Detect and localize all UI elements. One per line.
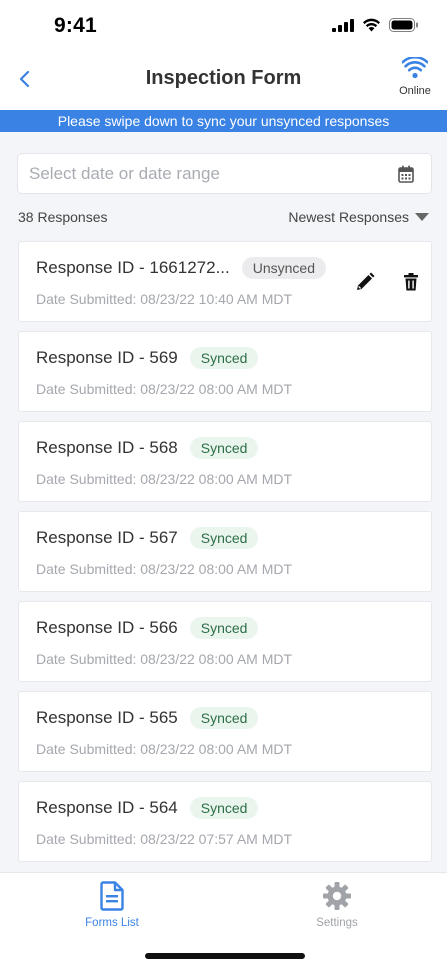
response-id: Response ID - 566 — [36, 618, 178, 637]
caret-down-icon — [415, 213, 429, 221]
response-card[interactable]: Response ID - 565 Synced Date Submitted:… — [18, 691, 432, 772]
response-id: Response ID - 1661272... — [36, 258, 230, 277]
connection-status: Online — [397, 55, 433, 97]
tab-forms-list[interactable]: Forms List — [57, 881, 167, 929]
tab-label: Settings — [316, 917, 358, 929]
home-indicator — [145, 953, 305, 959]
response-card[interactable]: Response ID - 569 Synced Date Submitted:… — [18, 331, 432, 412]
status-bar: 9:41 — [0, 0, 447, 52]
status-badge: Synced — [189, 347, 259, 369]
wifi-online-icon — [401, 55, 429, 79]
status-time: 9:41 — [54, 14, 97, 37]
response-card[interactable]: Response ID - 1661272... Unsynced Date S… — [18, 241, 432, 322]
sync-banner: Please swipe down to sync your unsynced … — [0, 110, 447, 132]
document-icon — [100, 881, 124, 911]
date-submitted: Date Submitted: 08/23/22 08:00 AM MDT — [36, 651, 293, 667]
sort-dropdown[interactable]: Newest Responses — [288, 209, 429, 225]
date-submitted: Date Submitted: 08/23/22 08:00 AM MDT — [36, 741, 293, 757]
tab-label: Forms List — [85, 917, 139, 929]
status-badge: Synced — [189, 437, 259, 459]
calendar-icon[interactable] — [398, 165, 414, 183]
date-range-input[interactable] — [29, 154, 389, 193]
response-id: Response ID - 565 — [36, 708, 178, 727]
card-title-row: Response ID - 568 Synced — [36, 437, 259, 459]
date-submitted: Date Submitted: 08/23/22 08:00 AM MDT — [36, 471, 293, 487]
page-title: Inspection Form — [145, 67, 302, 89]
response-card[interactable]: Response ID - 567 Synced Date Submitted:… — [18, 511, 432, 592]
response-id: Response ID - 569 — [36, 348, 178, 367]
responses-count: 38 Responses — [18, 209, 108, 225]
sort-label: Newest Responses — [288, 209, 409, 225]
card-title-row: Response ID - 564 Synced — [36, 797, 259, 819]
date-submitted: Date Submitted: 08/23/22 07:57 AM MDT — [36, 831, 293, 847]
card-title-row: Response ID - 569 Synced — [36, 347, 259, 369]
status-badge: Synced — [189, 527, 259, 549]
edit-pencil-icon[interactable] — [355, 272, 375, 292]
gear-icon — [323, 882, 351, 910]
status-badge: Unsynced — [241, 257, 326, 279]
card-actions — [355, 272, 421, 292]
responses-list: Response ID - 1661272... Unsynced Date S… — [18, 241, 432, 871]
card-title-row: Response ID - 1661272... Unsynced — [36, 257, 326, 279]
response-card[interactable]: Response ID - 568 Synced Date Submitted:… — [18, 421, 432, 502]
response-id: Response ID - 564 — [36, 798, 178, 817]
status-badge: Synced — [189, 797, 259, 819]
bottom-tab-bar: Forms List Settings — [0, 872, 447, 966]
wifi-icon — [363, 18, 380, 32]
response-card[interactable]: Response ID - 566 Synced Date Submitted:… — [18, 601, 432, 682]
tab-settings[interactable]: Settings — [282, 881, 392, 929]
status-badge: Synced — [189, 617, 259, 639]
delete-trash-icon[interactable] — [401, 272, 421, 292]
card-title-row: Response ID - 565 Synced — [36, 707, 259, 729]
response-card[interactable]: Response ID - 564 Synced Date Submitted:… — [18, 781, 432, 862]
response-id: Response ID - 567 — [36, 528, 178, 547]
date-submitted: Date Submitted: 08/23/22 10:40 AM MDT — [36, 291, 293, 307]
date-range-field[interactable] — [17, 153, 432, 194]
date-submitted: Date Submitted: 08/23/22 08:00 AM MDT — [36, 381, 293, 397]
online-label: Online — [399, 85, 431, 97]
card-title-row: Response ID - 567 Synced — [36, 527, 259, 549]
cellular-signal-icon — [332, 18, 354, 32]
status-icons — [332, 18, 419, 32]
app-header: Inspection Form Online — [0, 52, 447, 110]
response-id: Response ID - 568 — [36, 438, 178, 457]
battery-icon — [389, 18, 418, 32]
status-badge: Synced — [189, 707, 259, 729]
card-title-row: Response ID - 566 Synced — [36, 617, 259, 639]
date-submitted: Date Submitted: 08/23/22 08:00 AM MDT — [36, 561, 293, 577]
